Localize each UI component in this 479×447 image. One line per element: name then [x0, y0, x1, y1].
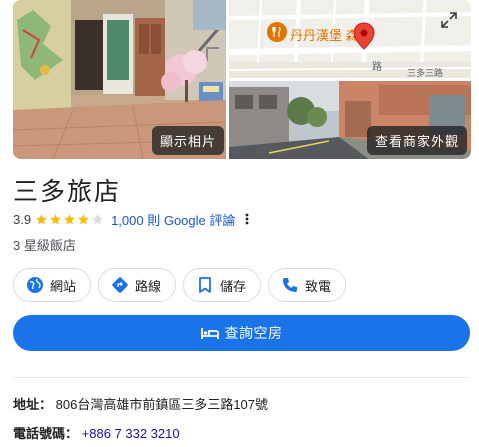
call-label: 致電: [305, 278, 332, 294]
check-availability-button[interactable]: 查詢空房: [13, 315, 470, 351]
star-filled-icon: [50, 213, 61, 224]
check-availability-label: 查詢空房: [224, 325, 283, 341]
hotel-category: 3 星級飯店: [13, 238, 76, 253]
phone-icon: [283, 278, 298, 292]
phone-number-link[interactable]: +886 7 332 3210: [82, 426, 180, 441]
more-info-icon[interactable]: [241, 211, 253, 227]
star-rating: [35, 213, 105, 226]
rating-value: 3.9: [13, 211, 32, 227]
address-label: 地址：: [13, 397, 53, 412]
map-street-label: 三多三路: [407, 68, 444, 78]
website-button[interactable]: 網站: [13, 268, 92, 302]
action-chips: 網站 路線 儲存 致電: [13, 268, 353, 302]
bed-icon: [200, 328, 219, 339]
view-exterior-button[interactable]: 查看商家外觀: [366, 126, 467, 155]
star-empty-icon: [92, 213, 103, 224]
restaurant-pin-icon: [267, 22, 287, 42]
divider: [13, 377, 470, 378]
phone-label: 電話號碼：: [13, 426, 79, 441]
save-label: 儲存: [220, 278, 247, 294]
expand-icon: [441, 12, 457, 28]
star-filled-icon: [64, 213, 75, 224]
map-thumbnail[interactable]: 丹丹漢堡 森店 路 三多三路: [229, 0, 471, 78]
reviews-link[interactable]: 1,000 則 Google 評論: [111, 210, 235, 229]
expand-map-button[interactable]: [435, 6, 463, 34]
bookmark-icon: [199, 277, 211, 293]
directions-button[interactable]: 路線: [98, 268, 177, 302]
photo-collage: 丹丹漢堡 森店 路 三多三路 顯示相片 查看商家外觀: [13, 0, 471, 159]
star-filled-icon: [36, 213, 47, 224]
map-street-label-vertical: 路: [372, 62, 382, 73]
website-label: 網站: [50, 278, 77, 294]
directions-icon: [112, 277, 128, 293]
globe-icon: [27, 277, 43, 293]
call-button[interactable]: 致電: [268, 268, 347, 302]
star-filled-icon: [78, 213, 89, 224]
show-photos-button[interactable]: 顯示相片: [152, 126, 225, 155]
place-title: 三多旅店: [13, 178, 122, 206]
save-button[interactable]: 儲存: [183, 268, 262, 302]
rating-row: 3.9 1,000 則 Google 評論: [13, 210, 253, 228]
address-line: 地址： 806台灣高雄市前鎮區三多三路107號: [13, 394, 268, 413]
location-pin-icon: [353, 22, 375, 55]
phone-line: 電話號碼： +886 7 332 3210: [13, 423, 180, 442]
address-value: 806台灣高雄市前鎮區三多三路107號: [55, 397, 269, 412]
directions-label: 路線: [135, 278, 162, 294]
